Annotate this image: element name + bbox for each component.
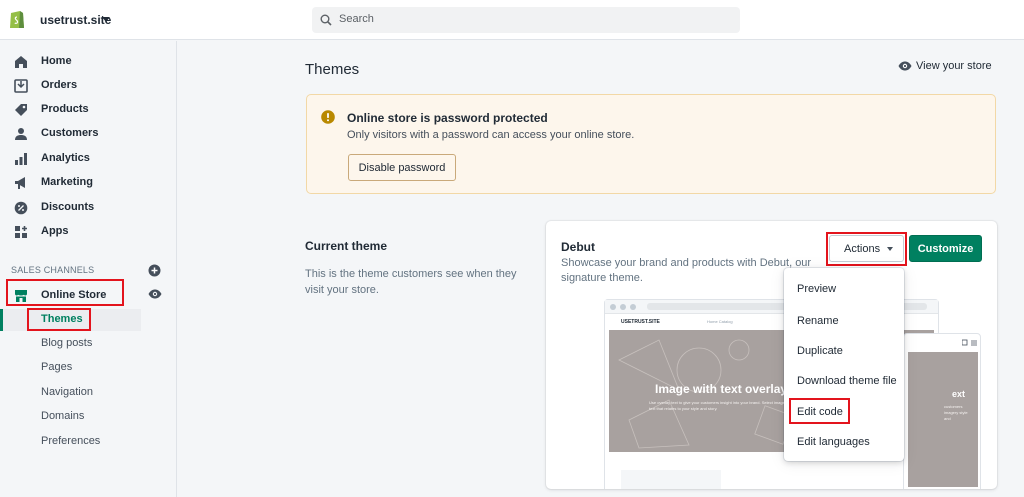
menu-item-preview[interactable]: Preview	[784, 275, 904, 301]
sales-channels-heading: SALES CHANNELS	[11, 265, 95, 275]
sidebar-item-customers[interactable]: Customers	[0, 123, 176, 145]
current-theme-description: This is the theme customers see when the…	[305, 268, 517, 296]
menu-item-label: Duplicate	[797, 345, 843, 357]
menu-item-label: Edit languages	[797, 436, 870, 448]
sidebar: Home Orders Products Customers Analytics…	[0, 41, 177, 497]
discount-icon	[14, 201, 28, 215]
theme-description: Showcase your brand and products with De…	[561, 257, 812, 284]
disable-password-button[interactable]: Disable password	[348, 154, 456, 181]
menu-item-rename[interactable]: Rename	[784, 307, 904, 333]
apps-icon	[15, 226, 27, 238]
page-title: Themes	[305, 61, 360, 78]
sidebar-item-label: Marketing	[41, 176, 93, 188]
sidebar-subitem-label: Blog posts	[41, 337, 93, 349]
menu-item-label: Preview	[797, 283, 837, 295]
search-input[interactable]: Search	[312, 7, 740, 33]
window-dot	[610, 304, 616, 310]
preview-content-block	[621, 470, 721, 489]
person-icon	[15, 128, 27, 140]
sidebar-item-label: Products	[41, 103, 89, 115]
actions-menu: Preview Rename Duplicate Download theme …	[784, 268, 904, 461]
sidebar-item-navigation[interactable]: Navigation	[0, 382, 176, 404]
sidebar-item-label: Analytics	[41, 152, 90, 164]
search-icon	[320, 14, 332, 26]
top-bar: usetrust.site Search	[0, 0, 1024, 40]
sidebar-item-apps[interactable]: Apps	[0, 221, 176, 243]
menu-item-label: Rename	[797, 315, 839, 327]
sidebar-item-home[interactable]: Home	[0, 51, 176, 73]
sidebar-item-label: Customers	[41, 127, 99, 139]
sidebar-item-marketing[interactable]: Marketing	[0, 172, 176, 194]
menu-item-label: Download theme file	[797, 375, 897, 387]
preview-nav: Home Catalog	[707, 319, 733, 324]
sidebar-item-blog-posts[interactable]: Blog posts	[0, 333, 176, 355]
tag-icon	[15, 104, 27, 116]
menu-item-edit-languages[interactable]: Edit languages	[784, 428, 904, 454]
search-placeholder: Search	[339, 13, 374, 25]
sidebar-item-orders[interactable]: Orders	[0, 75, 176, 97]
view-store-label: View your store	[916, 60, 992, 72]
sidebar-item-products[interactable]: Products	[0, 99, 176, 121]
preview-store-name: USETRUST.SITE	[621, 319, 660, 325]
highlight-actions	[826, 232, 907, 266]
theme-card: Debut Showcase your brand and products w…	[546, 221, 997, 489]
home-icon	[15, 56, 27, 68]
sidebar-subitem-label: Preferences	[41, 435, 101, 447]
sidebar-item-analytics[interactable]: Analytics	[0, 148, 176, 170]
eye-icon[interactable]	[148, 289, 162, 299]
sidebar-item-discounts[interactable]: Discounts	[0, 197, 176, 219]
sidebar-item-label: Apps	[41, 225, 69, 237]
highlight-themes	[27, 308, 91, 331]
window-dot	[620, 304, 626, 310]
sidebar-item-label: Orders	[41, 79, 78, 91]
theme-preview-mobile: ext customers imagery style and	[903, 333, 981, 489]
preview-hero-title: Image with text overlay	[655, 382, 788, 396]
mobile-hero-subtitle: customers imagery style and	[944, 404, 968, 421]
sidebar-subitem-label: Domains	[41, 410, 85, 422]
theme-name: Debut	[561, 240, 595, 254]
orders-icon	[14, 79, 28, 93]
current-theme-heading: Current theme	[305, 239, 388, 253]
eye-icon	[898, 61, 912, 71]
menu-item-download-theme[interactable]: Download theme file	[784, 367, 904, 393]
customize-button[interactable]: Customize	[909, 235, 982, 262]
sidebar-item-label: Home	[41, 55, 72, 67]
highlight-edit-code	[789, 398, 850, 424]
sidebar-subitem-label: Pages	[41, 361, 73, 373]
sidebar-item-label: Discounts	[41, 201, 95, 213]
sidebar-subitem-label: Navigation	[41, 386, 93, 398]
active-indicator	[0, 309, 3, 331]
sidebar-item-pages[interactable]: Pages	[0, 357, 176, 379]
sidebar-item-domains[interactable]: Domains	[0, 406, 176, 428]
chevron-down-icon[interactable]	[102, 17, 110, 22]
banner-text: Only visitors with a password can access…	[347, 129, 635, 141]
store-name[interactable]: usetrust.site	[40, 13, 111, 27]
add-circle-icon[interactable]	[148, 264, 161, 277]
highlight-online-store	[6, 279, 124, 306]
password-banner: Online store is password protected Only …	[306, 94, 996, 194]
window-dot	[630, 304, 636, 310]
mobile-header-icons	[962, 339, 977, 346]
sidebar-item-preferences[interactable]: Preferences	[0, 431, 176, 453]
menu-item-duplicate[interactable]: Duplicate	[784, 337, 904, 363]
shopify-logo-icon[interactable]	[8, 8, 26, 30]
megaphone-icon	[15, 177, 25, 189]
mobile-hero-title: ext	[952, 389, 966, 399]
preview-hero-subtitle: Use overlay text to give your customers …	[649, 400, 796, 411]
banner-title: Online store is password protected	[347, 111, 548, 125]
warning-icon	[321, 110, 335, 124]
bar-chart-icon	[15, 153, 27, 165]
